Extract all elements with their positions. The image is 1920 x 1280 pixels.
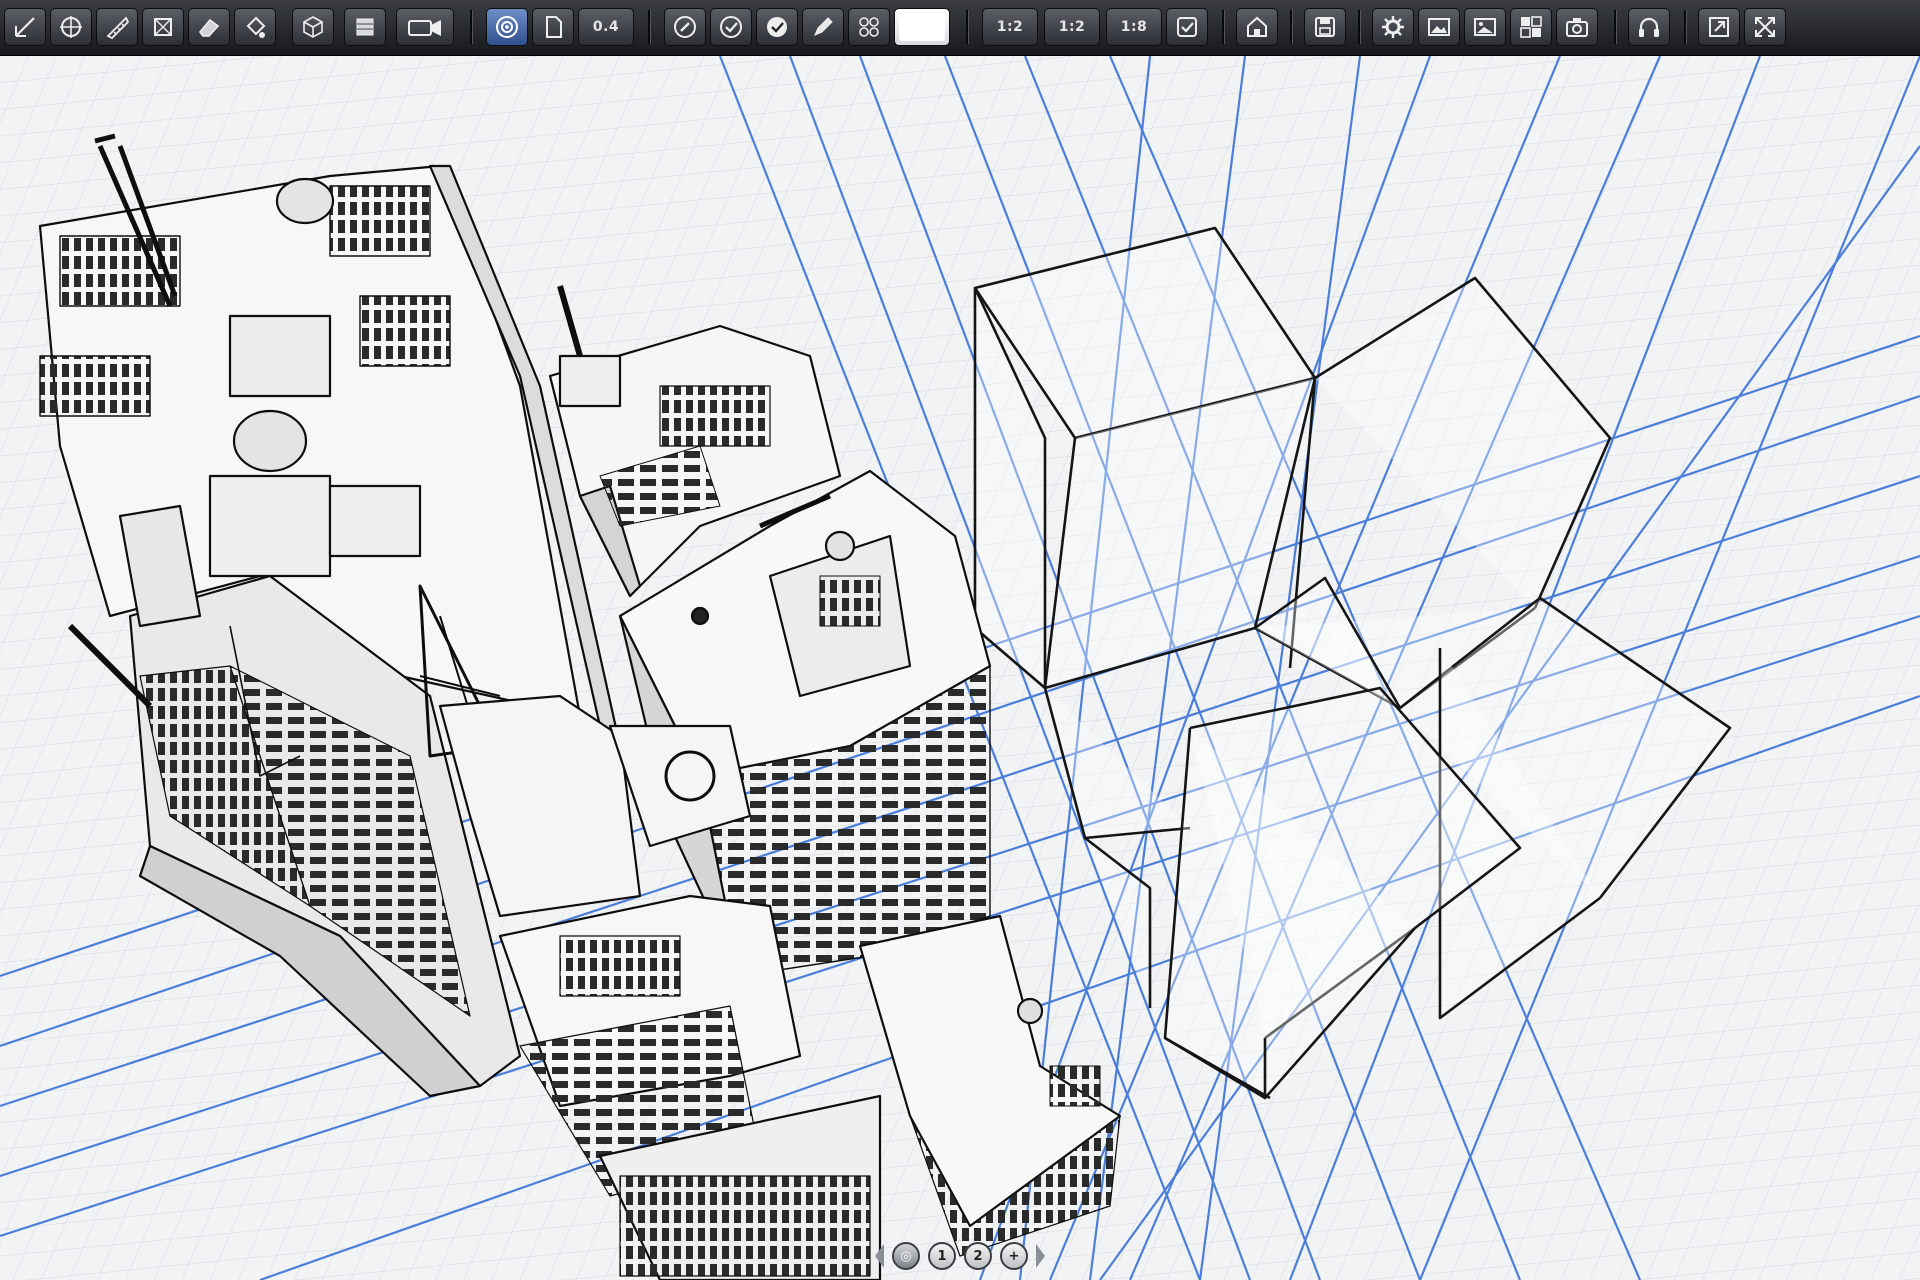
drawing-canvas[interactable] <box>0 56 1920 1280</box>
audio-tool-button[interactable] <box>1628 8 1670 46</box>
image-icon <box>1428 18 1450 36</box>
disk-icon <box>1315 17 1335 37</box>
ruler-icon <box>106 16 130 40</box>
image-tool-1-button[interactable] <box>1418 8 1460 46</box>
fullscreen-tool-button[interactable] <box>1744 8 1786 46</box>
cube-icon <box>303 16 323 38</box>
eraser-icon <box>198 18 220 37</box>
video-camera-icon <box>408 20 441 36</box>
page-1-dot[interactable]: 1 <box>928 1242 956 1270</box>
export-icon <box>1709 17 1729 37</box>
save-tool-button[interactable] <box>1304 8 1346 46</box>
settings-tool-button[interactable] <box>1372 8 1414 46</box>
pen-tool-button[interactable] <box>802 8 844 46</box>
image-tool-2-button[interactable] <box>1464 8 1506 46</box>
brush-circle-icon <box>674 16 696 38</box>
fill-icon <box>246 16 266 38</box>
check-circle-icon <box>767 17 787 37</box>
fill-tool-button[interactable] <box>234 8 276 46</box>
check-tool-2-button[interactable] <box>756 8 798 46</box>
line-tool-icon <box>15 17 35 37</box>
page-2-dot[interactable]: 2 <box>964 1242 992 1270</box>
home-icon: ◎ <box>900 1248 912 1264</box>
add-page-dot[interactable]: + <box>1000 1242 1028 1270</box>
brush-tool-button[interactable] <box>664 8 706 46</box>
export-tool-button[interactable] <box>1698 8 1740 46</box>
home-page-dot[interactable]: ◎ <box>892 1242 920 1270</box>
prev-page-arrow[interactable] <box>875 1244 884 1268</box>
color-swatch-button[interactable] <box>894 8 950 46</box>
grid-icon <box>859 17 879 37</box>
page-icon <box>546 16 562 38</box>
layers-icon <box>356 18 374 36</box>
circle-target-icon <box>496 16 518 38</box>
camera-tool-button[interactable] <box>396 8 454 46</box>
headphones-icon <box>1639 17 1659 37</box>
line-tool-button[interactable] <box>4 8 46 46</box>
line-weight-button[interactable]: 0.4 <box>578 8 634 46</box>
image-icon <box>1474 18 1496 36</box>
confirm-tool-button[interactable] <box>1166 8 1208 46</box>
snapshot-tool-button[interactable] <box>1556 8 1598 46</box>
grid-tool-button[interactable] <box>848 8 890 46</box>
perspective-tool-button[interactable] <box>486 8 528 46</box>
check-tool-1-button[interactable] <box>710 8 752 46</box>
ruler-tool-button[interactable] <box>96 8 138 46</box>
gallery-icon <box>1520 16 1542 38</box>
house-icon <box>1247 16 1267 37</box>
target-icon <box>60 16 82 38</box>
ratio-2-button[interactable]: 1:2 <box>1044 8 1100 46</box>
check-circle-icon <box>720 16 742 38</box>
gear-icon <box>1382 16 1404 38</box>
ratio-1-button[interactable]: 1:2 <box>982 8 1038 46</box>
camera-icon <box>1566 18 1588 37</box>
eraser-tool-button[interactable] <box>188 8 230 46</box>
house-tool-button[interactable] <box>1236 8 1278 46</box>
white-swatch <box>899 13 945 41</box>
toolbar: 0.4 1:2 1:2 1:8 <box>0 0 1920 56</box>
page-tool-button[interactable] <box>532 8 574 46</box>
gallery-tool-button[interactable] <box>1510 8 1552 46</box>
target-tool-button[interactable] <box>50 8 92 46</box>
check-box-icon <box>1177 17 1197 37</box>
transform-tool-button[interactable] <box>142 8 184 46</box>
add-icon: + <box>1008 1248 1020 1264</box>
ratio-3-button[interactable]: 1:8 <box>1106 8 1162 46</box>
cube-tool-button[interactable] <box>292 8 334 46</box>
fullscreen-icon <box>1755 17 1775 37</box>
pen-icon <box>814 17 833 36</box>
next-page-arrow[interactable] <box>1036 1244 1045 1268</box>
page-navigator: ◎ 1 2 + <box>860 1238 1060 1274</box>
transform-icon <box>154 18 172 36</box>
layers-tool-button[interactable] <box>344 8 386 46</box>
